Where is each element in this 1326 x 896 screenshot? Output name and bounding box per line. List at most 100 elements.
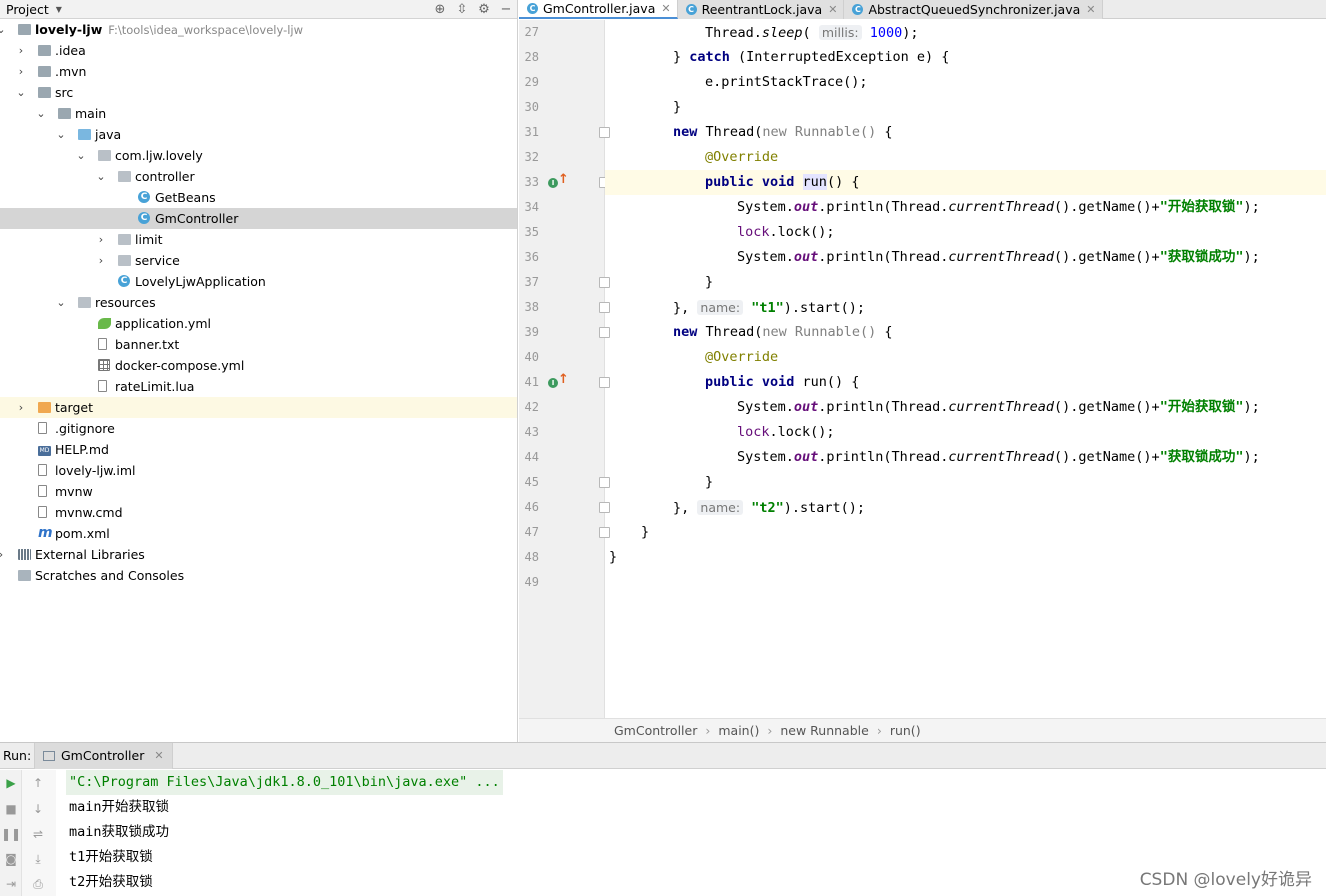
code-line[interactable]: public void run() { xyxy=(605,370,1326,395)
override-arrow-icon[interactable]: ↑ xyxy=(558,372,569,387)
gear-icon[interactable]: ⚙ xyxy=(473,2,495,17)
code-line[interactable]: System.out.println(Thread.currentThread(… xyxy=(605,195,1326,220)
editor-tab[interactable]: C AbstractQueuedSynchronizer.java ✕ xyxy=(844,0,1103,19)
code-line[interactable]: System.out.println(Thread.currentThread(… xyxy=(605,445,1326,470)
arrow-up-icon[interactable]: ↑ xyxy=(27,776,49,790)
camera-icon[interactable]: ◙ xyxy=(0,852,22,866)
breadcrumb-item[interactable]: main() xyxy=(718,723,759,738)
rerun-icon[interactable]: ▶ xyxy=(0,776,22,790)
soft-wrap-icon[interactable]: ⇌ xyxy=(27,827,49,841)
tree-item[interactable]: › .idea xyxy=(0,40,517,61)
pause-icon[interactable]: ❚❚ xyxy=(0,827,22,841)
tree-item[interactable]: ⌄ java xyxy=(0,124,517,145)
breadcrumb-item[interactable]: run() xyxy=(890,723,921,738)
tree-item[interactable]: ⌄ controller xyxy=(0,166,517,187)
project-view-selector[interactable]: Project xyxy=(6,2,49,17)
chevron-right-icon[interactable]: › xyxy=(15,61,27,82)
tree-item[interactable]: › limit xyxy=(0,229,517,250)
code-line[interactable]: } xyxy=(605,520,1326,545)
tree-item[interactable]: rateLimit.lua xyxy=(0,376,517,397)
code-line[interactable]: lock.lock(); xyxy=(605,220,1326,245)
code-line[interactable]: } xyxy=(605,470,1326,495)
tree-item[interactable]: › .mvn xyxy=(0,61,517,82)
tree-item[interactable]: docker-compose.yml xyxy=(0,355,517,376)
code-line[interactable]: new Thread(new Runnable() { xyxy=(605,120,1326,145)
code-line[interactable]: e.printStackTrace(); xyxy=(605,70,1326,95)
tree-item[interactable]: application.yml xyxy=(0,313,517,334)
tree-item[interactable]: › External Libraries xyxy=(0,544,517,565)
editor-gutter[interactable]: 27 28 29 30 31 32 33 I ↑ 34 35 36 37 38 39 40 41 I ↑ 42 43 44… xyxy=(519,20,610,718)
tree-item[interactable]: ⌄ com.ljw.lovely xyxy=(0,145,517,166)
tree-item[interactable]: lovely-ljw.iml xyxy=(0,460,517,481)
close-icon[interactable]: ✕ xyxy=(154,749,163,762)
tree-item[interactable]: MD HELP.md xyxy=(0,439,517,460)
implements-marker-icon[interactable]: I xyxy=(548,378,558,388)
code-line[interactable]: }, name: "t2").start(); xyxy=(605,495,1326,520)
editor-tab[interactable]: C ReentrantLock.java ✕ xyxy=(677,0,845,19)
tree-item[interactable]: ⌄ src xyxy=(0,82,517,103)
code-line[interactable]: public void run() { xyxy=(605,170,1326,195)
tree-item[interactable]: mvnw xyxy=(0,481,517,502)
chevron-right-icon[interactable]: › xyxy=(15,40,27,61)
locate-icon[interactable]: ⊕ xyxy=(429,2,451,17)
tree-item[interactable]: mvnw.cmd xyxy=(0,502,517,523)
chevron-down-icon[interactable]: ⌄ xyxy=(35,103,47,124)
tree-item[interactable]: › service xyxy=(0,250,517,271)
code-token: ( xyxy=(802,25,819,41)
chevron-right-icon[interactable]: › xyxy=(0,544,7,565)
code-line[interactable]: System.out.println(Thread.currentThread(… xyxy=(605,395,1326,420)
chevron-down-icon[interactable]: ⌄ xyxy=(95,166,107,187)
tree-item[interactable]: ⌄ lovely-ljw F:\tools\idea_workspace\lovel… xyxy=(0,19,517,40)
hide-icon[interactable]: − xyxy=(495,2,517,17)
editor-tab[interactable]: C GmController.java ✕ xyxy=(519,0,678,19)
chevron-down-icon[interactable]: ⌄ xyxy=(75,145,87,166)
chevron-down-icon[interactable]: ⌄ xyxy=(55,292,67,313)
code-line[interactable]: } xyxy=(605,95,1326,120)
tree-item[interactable]: m pom.xml xyxy=(0,523,517,544)
chevron-right-icon[interactable]: › xyxy=(15,397,27,418)
code-line[interactable]: @Override xyxy=(605,345,1326,370)
code-line[interactable]: Thread.sleep( millis: 1000); xyxy=(605,20,1326,45)
close-icon[interactable]: ✕ xyxy=(661,2,670,15)
code-line[interactable]: } xyxy=(605,270,1326,295)
code-line[interactable]: } catch (InterruptedException e) { xyxy=(605,45,1326,70)
code-line[interactable]: System.out.println(Thread.currentThread(… xyxy=(605,245,1326,270)
code-line[interactable]: lock.lock(); xyxy=(605,420,1326,445)
print-icon[interactable]: ⎙ xyxy=(27,877,49,892)
line-number: 47 xyxy=(524,525,539,539)
stop-icon[interactable]: ■ xyxy=(0,802,22,816)
collapse-all-icon[interactable]: ⇳ xyxy=(451,2,473,17)
code-line[interactable]: @Override xyxy=(605,145,1326,170)
tree-item[interactable]: › target xyxy=(0,397,517,418)
tree-item[interactable]: ⌄ resources xyxy=(0,292,517,313)
code-line[interactable]: new Thread(new Runnable() { xyxy=(605,320,1326,345)
breadcrumb-item[interactable]: new Runnable xyxy=(780,723,868,738)
chevron-down-icon[interactable]: ⌄ xyxy=(15,82,27,103)
tree-item[interactable]: C LovelyLjwApplication xyxy=(0,271,517,292)
code-line[interactable]: } xyxy=(605,545,1326,570)
tree-item[interactable]: banner.txt xyxy=(0,334,517,355)
code-line[interactable]: }, name: "t1").start(); xyxy=(605,295,1326,320)
chevron-down-icon[interactable]: ▼ xyxy=(56,5,62,14)
chevron-down-icon[interactable]: ⌄ xyxy=(55,124,67,145)
chevron-right-icon[interactable]: › xyxy=(95,250,107,271)
close-icon[interactable]: ✕ xyxy=(1086,3,1095,16)
chevron-right-icon[interactable]: › xyxy=(95,229,107,250)
code-editor[interactable]: 27 28 29 30 31 32 33 I ↑ 34 35 36 37 38 39 40 41 I ↑ 42 43 44… xyxy=(519,20,1326,718)
code-line[interactable] xyxy=(605,570,1326,595)
scroll-to-end-icon[interactable]: ⤓ xyxy=(27,852,49,867)
exit-icon[interactable]: ⇥ xyxy=(0,877,22,891)
tree-item[interactable]: C GmController xyxy=(0,208,517,229)
tree-item[interactable]: ⌄ main xyxy=(0,103,517,124)
breadcrumb-item[interactable]: GmController xyxy=(614,723,697,738)
chevron-down-icon[interactable]: ⌄ xyxy=(0,19,7,40)
tree-item[interactable]: Scratches and Consoles xyxy=(0,565,517,586)
tree-item[interactable]: C GetBeans xyxy=(0,187,517,208)
console-output[interactable]: "C:\Program Files\Java\jdk1.8.0_101\bin\… xyxy=(66,770,1326,895)
tree-item[interactable]: .gitignore xyxy=(0,418,517,439)
arrow-down-icon[interactable]: ↓ xyxy=(27,802,49,816)
implements-marker-icon[interactable]: I xyxy=(548,178,558,188)
run-tab-gmcontroller[interactable]: GmController ✕ xyxy=(34,742,173,769)
override-arrow-icon[interactable]: ↑ xyxy=(558,172,569,187)
close-icon[interactable]: ✕ xyxy=(828,3,837,16)
